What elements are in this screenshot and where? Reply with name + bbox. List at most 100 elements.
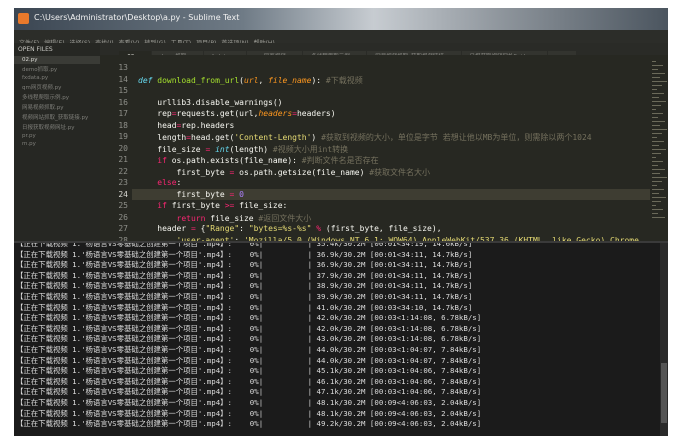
minimap-stroke: [652, 153, 661, 154]
minimap-stroke: [652, 177, 667, 178]
minimap-stroke: [652, 125, 660, 126]
line-number: 15: [118, 86, 128, 95]
minimap-stroke: [652, 181, 662, 182]
console-output-line: 【正在下载视频 1.'杨语言VS零基础之创建第一个项目'.mp4】: 0%| |…: [16, 334, 482, 344]
minimap-stroke: [652, 213, 658, 214]
code-line[interactable]: length=head.get('Content-Length') #获取到视频…: [138, 132, 591, 143]
console-scrollbar-thumb[interactable]: [661, 363, 667, 423]
line-number: 14: [118, 74, 128, 84]
sidebar-file-item[interactable]: 网易视频抓取.py: [14, 102, 100, 112]
minimap-stroke: [652, 189, 664, 190]
minimap-stroke: [652, 209, 663, 210]
minimap-stroke: [652, 77, 660, 78]
console-scrollbar[interactable]: [660, 243, 668, 436]
minimap-stroke: [652, 93, 664, 94]
minimap-stroke: [652, 137, 657, 138]
minimap-stroke: [652, 61, 656, 62]
sidebar-file-item[interactable]: m.py: [14, 140, 100, 148]
minimap-stroke: [652, 201, 661, 202]
sidebar-file-item[interactable]: qm网页视频.py: [14, 82, 100, 92]
minimap[interactable]: [650, 55, 668, 241]
minimap-stroke: [652, 145, 659, 146]
code-line[interactable]: else:: [138, 178, 181, 187]
minimap-stroke: [652, 193, 659, 194]
sidebar-file-item[interactable]: demo抓取.py: [14, 64, 100, 74]
minimap-stroke: [652, 133, 662, 134]
code-line[interactable]: urllib3.disable_warnings(): [138, 98, 282, 107]
sublime-app-icon: [18, 13, 29, 24]
code-editor[interactable]: 13 14 15 16 17 18 19 20 21 22 23 24 25 26 27 28 def dow…: [100, 55, 650, 241]
line-number: 23: [118, 178, 128, 187]
code-line[interactable]: rep=requests.get(url,headers=headers): [138, 109, 335, 118]
line-number: 27: [118, 224, 128, 233]
code-line[interactable]: first_byte = 0: [138, 190, 244, 199]
minimap-stroke: [652, 73, 665, 74]
code-line[interactable]: if os.path.exists(file_name): #判断文件名是否存在: [138, 155, 378, 166]
line-number: 21: [118, 155, 128, 164]
open-files-header: OPEN FILES: [18, 46, 53, 53]
console-output-line: 【正在下载视频 1.'杨语言VS零基础之创建第一个项目'.mp4】: 0%| |…: [16, 260, 473, 270]
minimap-stroke: [652, 217, 665, 218]
console-output-line: 【正在下载视频 1.'杨语言VS零基础之创建第一个项目'.mp4】: 0%| |…: [16, 398, 482, 407]
console-output-line: 【正在下载视频 1.'杨语言VS零基础之创建第一个项目'.mp4】: 0%| |…: [16, 270, 473, 280]
code-line[interactable]: return file_size #返回文件大小: [138, 213, 312, 224]
sidebar-file-item[interactable]: 视频网站抓取_获取链接.py: [14, 112, 100, 122]
menu-bar: 文件(F)编辑(E)选择(S)查找(I)查看(V)转到(G)工具(T)项目(P)…: [14, 30, 668, 47]
minimap-stroke: [652, 161, 663, 162]
minimap-stroke: [652, 65, 663, 66]
console-output-line: 【正在下载视频 1.'杨语言VS零基础之创建第一个项目'.mp4】: 0%| |…: [16, 387, 482, 397]
tab-bar: ◂▸02.pydemo抓取.pyfxdata.pyqm网页视频.py多线程爬取示…: [100, 43, 668, 55]
minimap-stroke: [652, 141, 664, 142]
sublime-window: C:\Users\Administrator\Desktop\a.py - Su…: [14, 8, 668, 436]
minimap-stroke: [652, 169, 665, 170]
line-number-gutter: 13 14 15 16 17 18 19 20 21 22 23 24 25 26 27 28: [100, 55, 132, 241]
console-output-line: 【正在下载视频 1.'杨语言VS零基础之创建第一个项目'.mp4】: 0%| |…: [16, 366, 482, 376]
line-number: 26: [118, 212, 128, 222]
minimap-stroke: [652, 69, 658, 70]
minimap-stroke: [652, 185, 657, 186]
minimap-stroke: [652, 121, 665, 122]
console-output-line: 【正在下载视频 1.'杨语言VS零基础之创建第一个项目'.mp4】: 0%| |…: [16, 419, 482, 429]
sidebar: OPEN FILES 02.py demo抓取.py fxdata.py qm网页视频…: [14, 43, 100, 241]
console-output-line: 【正在下载视频 1.'杨语言VS零基础之创建第一个项目'.mp4】: 0%| |…: [16, 345, 482, 354]
line-number: 13: [118, 63, 128, 72]
code-line[interactable]: header = {"Range": "bytes=%s-%s" % (firs…: [138, 224, 441, 233]
minimap-stroke: [652, 117, 658, 118]
minimap-stroke: [652, 157, 656, 158]
code-line[interactable]: file_size = int(length) #视频大小用int转换: [138, 144, 348, 155]
minimap-stroke: [652, 173, 660, 174]
sidebar-file-item[interactable]: 02.py: [14, 56, 100, 64]
sidebar-file-item[interactable]: 日报获取视频网址.py: [14, 122, 100, 132]
minimap-stroke: [652, 113, 663, 114]
code-line[interactable]: head=rep.headers: [138, 121, 234, 130]
console-output-line: 【正在下载视频 1.'杨语言VS零基础之创建第一个项目'.mp4】: 0%| |…: [16, 302, 473, 312]
minimap-stroke: [652, 85, 662, 86]
code-line[interactable]: if first_byte >= file_size:: [138, 201, 287, 210]
console-output-line: 【正在下载视频 1.'杨语言VS零基础之创建第一个项目'.mp4】: 0%| |…: [16, 376, 482, 386]
console-output-line: 【正在下载视频 1.'杨语言VS零基础之创建第一个项目'.mp4】: 0%| |…: [16, 292, 473, 301]
console-output-line: 【正在下载视频 1.'杨语言VS零基础之创建第一个项目'.mp4】: 0%| |…: [16, 249, 473, 259]
console-output-line: 【正在下载视频 1.'杨语言VS零基础之创建第一个项目'.mp4】: 0%| |…: [16, 355, 482, 365]
sidebar-file-item[interactable]: 多线程爬取示例.py: [14, 92, 100, 102]
minimap-stroke: [652, 129, 667, 130]
minimap-stroke: [652, 197, 666, 198]
minimap-stroke: [652, 205, 656, 206]
console-output-line: 【正在下载视频 1.'杨语言VS零基础之创建第一个项目'.mp4】: 0%| |…: [16, 323, 482, 333]
code-line[interactable]: first_byte = os.path.getsize(file_name) …: [138, 167, 431, 178]
console-output-line: 【正在下载视频 1.'杨语言VS零基础之创建第一个项目'.mp4】: 0%| |…: [16, 241, 473, 248]
minimap-stroke: [652, 105, 661, 106]
sidebar-file-item[interactable]: fxdata.py: [14, 74, 100, 82]
line-number: 18: [118, 120, 128, 130]
open-files-list: 02.py demo抓取.py fxdata.py qm网页视频.py 多线程爬取示例.…: [14, 56, 100, 148]
minimap-stroke: [652, 89, 657, 90]
output-console: 【正在下载视频 1.'杨语言VS零基础之创建第一个项目'.mp4】: 0%| |…: [14, 241, 668, 436]
line-number: 19: [118, 132, 128, 141]
window-title: C:\Users\Administrator\Desktop\a.py - Su…: [34, 13, 240, 22]
line-number: 16: [118, 97, 128, 107]
minimap-stroke: [652, 165, 658, 166]
minimap-stroke: [652, 109, 656, 110]
minimap-stroke: [652, 101, 666, 102]
sidebar-file-item[interactable]: pr.py: [14, 132, 100, 140]
line-number: 17: [118, 109, 128, 118]
code-line[interactable]: def download_from_url(url, file_name): #…: [138, 75, 363, 86]
